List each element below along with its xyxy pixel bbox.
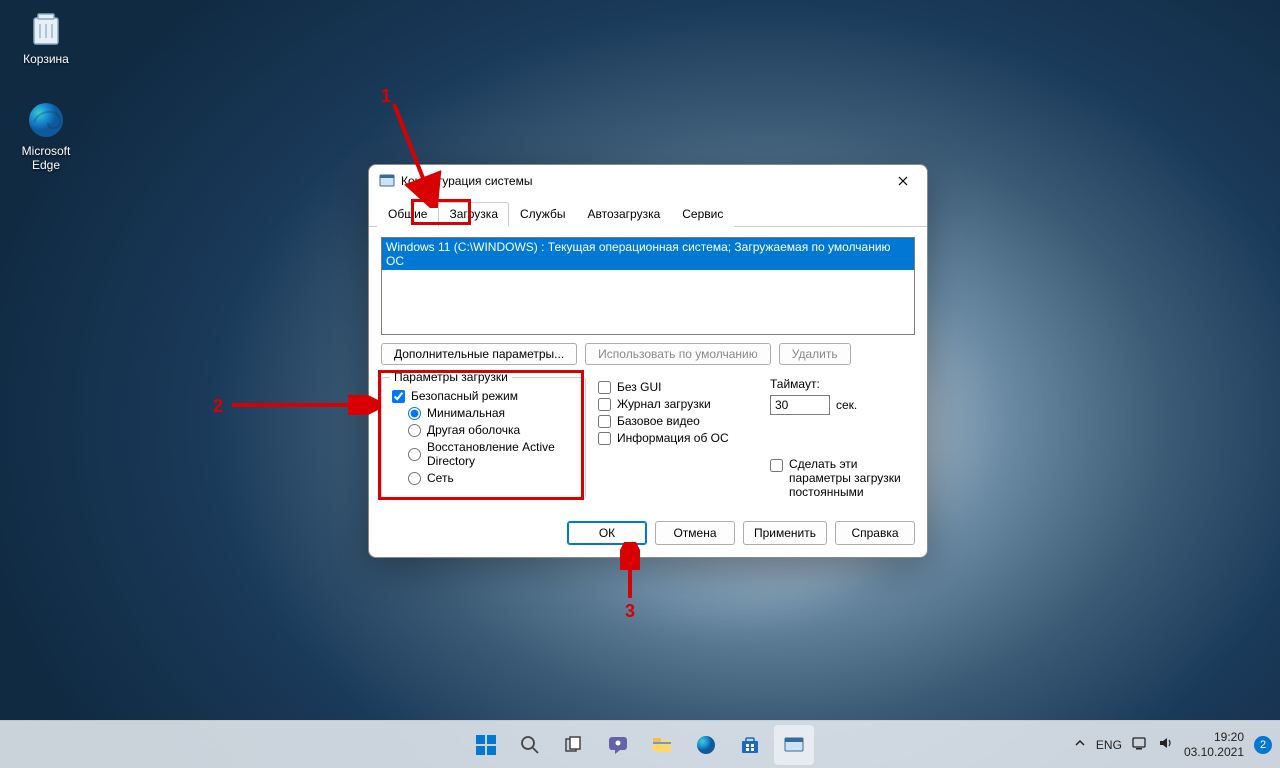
tab-strip: Общие Загрузка Службы Автозагрузка Серви… <box>369 201 927 227</box>
taskbar-edge-icon[interactable] <box>686 725 726 765</box>
make-permanent-checkbox[interactable]: Сделать эти параметры загрузки постоянны… <box>770 457 915 499</box>
task-view-button[interactable] <box>554 725 594 765</box>
tray-date: 03.10.2021 <box>1184 745 1244 759</box>
apply-button[interactable]: Применить <box>743 521 827 545</box>
safe-boot-network-radio[interactable]: Сеть <box>408 471 575 485</box>
set-default-button: Использовать по умолчанию <box>585 343 771 365</box>
timeout-label: Таймаут: <box>770 377 915 391</box>
boot-options-group: Параметры загрузки Безопасный режим Мини… <box>381 377 586 499</box>
tray-language[interactable]: ENG <box>1096 738 1122 752</box>
taskbar-msconfig-icon[interactable] <box>774 725 814 765</box>
base-video-checkbox[interactable]: Базовое видео <box>598 414 758 428</box>
tray-volume-icon[interactable] <box>1158 736 1174 753</box>
desktop-icon-label: Корзина <box>23 52 69 66</box>
annotation-arrow-1 <box>388 98 443 208</box>
annotation-arrow-3 <box>620 542 640 602</box>
tray-notification-badge[interactable]: 2 <box>1254 736 1272 754</box>
safe-boot-checkbox[interactable]: Безопасный режим <box>392 389 575 403</box>
advanced-options-button[interactable]: Дополнительные параметры... <box>381 343 577 365</box>
taskbar-chat-icon[interactable] <box>598 725 638 765</box>
dialog-title: Конфигурация системы <box>401 174 889 188</box>
taskbar: ENG 19:20 03.10.2021 2 <box>0 720 1280 768</box>
msconfig-dialog: Конфигурация системы Общие Загрузка Служ… <box>368 164 928 558</box>
tray-network-icon[interactable] <box>1132 736 1148 753</box>
recycle-bin-icon <box>26 8 66 48</box>
annotation-arrow-2 <box>228 395 378 415</box>
search-button[interactable] <box>510 725 550 765</box>
safe-boot-ad-repair-radio[interactable]: Восстановление Active Directory <box>408 440 575 468</box>
boot-entry[interactable]: Windows 11 (C:\WINDOWS) : Текущая операц… <box>382 238 914 270</box>
tray-chevron-up-icon[interactable] <box>1074 737 1086 752</box>
desktop-icon-edge[interactable]: Microsoft Edge <box>8 100 84 172</box>
taskbar-explorer-icon[interactable] <box>642 725 682 765</box>
annotation-number-2: 2 <box>213 396 223 417</box>
boot-entries-list[interactable]: Windows 11 (C:\WINDOWS) : Текущая операц… <box>381 237 915 335</box>
cancel-button[interactable]: Отмена <box>655 521 735 545</box>
no-gui-checkbox[interactable]: Без GUI <box>598 380 758 394</box>
titlebar[interactable]: Конфигурация системы <box>369 165 927 197</box>
os-info-checkbox[interactable]: Информация об ОС <box>598 431 758 445</box>
close-button[interactable] <box>889 169 917 193</box>
annotation-number-3: 3 <box>625 601 635 622</box>
desktop-icon-label: Microsoft Edge <box>22 144 71 172</box>
tab-startup[interactable]: Автозагрузка <box>576 202 671 227</box>
taskbar-store-icon[interactable] <box>730 725 770 765</box>
desktop-icon-recycle-bin[interactable]: Корзина <box>8 8 84 66</box>
safe-boot-minimal-radio[interactable]: Минимальная <box>408 406 575 420</box>
tray-time: 19:20 <box>1184 730 1244 744</box>
timeout-unit: сек. <box>836 398 857 412</box>
boot-log-checkbox[interactable]: Журнал загрузки <box>598 397 758 411</box>
tab-boot[interactable]: Загрузка <box>438 202 509 227</box>
tray-clock[interactable]: 19:20 03.10.2021 <box>1184 730 1244 759</box>
misc-options: Без GUI Журнал загрузки Базовое видео Ин… <box>598 377 758 448</box>
start-button[interactable] <box>466 725 506 765</box>
edge-icon <box>26 100 66 140</box>
group-title: Параметры загрузки <box>390 370 512 384</box>
tab-services[interactable]: Службы <box>509 202 576 227</box>
tab-tools[interactable]: Сервис <box>671 202 734 227</box>
timeout-input[interactable] <box>770 395 830 415</box>
help-button[interactable]: Справка <box>835 521 915 545</box>
timeout-group: Таймаут: сек. Сделать эти параметры загр… <box>770 377 915 499</box>
safe-boot-altshell-radio[interactable]: Другая оболочка <box>408 423 575 437</box>
delete-button: Удалить <box>779 343 851 365</box>
